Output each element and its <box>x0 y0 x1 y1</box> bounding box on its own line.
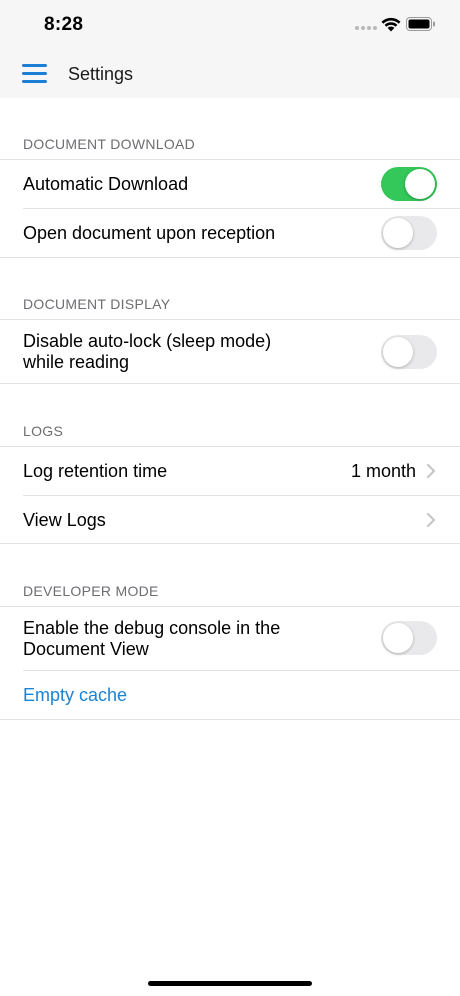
hamburger-menu-icon[interactable] <box>22 64 47 84</box>
chevron-right-icon <box>427 513 435 527</box>
debug-console-row: Enable the debug console in the Document… <box>0 607 460 670</box>
section-header-logs: LOGS <box>23 423 64 439</box>
wifi-icon <box>381 17 401 32</box>
log-retention-label: Log retention time <box>23 461 168 481</box>
divider <box>0 257 460 258</box>
divider <box>0 543 460 544</box>
toggle-knob <box>383 623 413 653</box>
disable-autolock-row: Disable auto-lock (sleep mode) while rea… <box>0 320 460 383</box>
section-header-document-download: DOCUMENT DOWNLOAD <box>23 136 196 152</box>
status-time: 8:28 <box>44 14 84 35</box>
toggle-knob <box>383 218 413 248</box>
debug-console-label-line1: Enable the debug console in the <box>23 618 281 638</box>
open-on-reception-row: Open document upon reception <box>0 209 460 257</box>
empty-cache-row: Empty cache <box>0 671 460 719</box>
disable-autolock-label-line2: while reading <box>23 352 130 372</box>
view-logs-label: View Logs <box>23 510 106 530</box>
home-indicator <box>148 981 312 986</box>
divider <box>0 719 460 720</box>
open-on-reception-toggle[interactable] <box>381 216 437 250</box>
status-bar: 8:28 <box>0 0 460 50</box>
disable-autolock-label: Disable auto-lock (sleep mode) while rea… <box>23 331 271 373</box>
log-retention-value: 1 month <box>350 461 416 481</box>
navigation-bar: Settings <box>0 50 460 98</box>
signal-dots-icon <box>355 26 377 32</box>
automatic-download-label: Automatic Download <box>23 174 189 194</box>
automatic-download-toggle[interactable] <box>381 167 437 201</box>
debug-console-label: Enable the debug console in the Document… <box>23 618 280 660</box>
page-title: Settings <box>68 64 134 84</box>
chevron-right-icon <box>427 464 435 478</box>
section-header-document-display: DOCUMENT DISPLAY <box>23 296 171 312</box>
log-retention-row[interactable]: Log retention time 1 month <box>0 447 460 495</box>
disable-autolock-toggle[interactable] <box>381 335 437 369</box>
automatic-download-row: Automatic Download <box>0 160 460 208</box>
view-logs-row[interactable]: View Logs <box>0 496 460 543</box>
disable-autolock-label-line1: Disable auto-lock (sleep mode) <box>23 331 272 351</box>
section-header-developer-mode: DEVELOPER MODE <box>23 583 159 599</box>
toggle-knob <box>405 169 435 199</box>
open-on-reception-label: Open document upon reception <box>23 223 276 243</box>
empty-cache-button[interactable]: Empty cache <box>23 685 127 706</box>
debug-console-label-line2: Document View <box>23 639 149 659</box>
debug-console-toggle[interactable] <box>381 621 437 655</box>
divider <box>0 383 460 384</box>
toggle-knob <box>383 337 413 367</box>
battery-icon <box>406 17 435 31</box>
